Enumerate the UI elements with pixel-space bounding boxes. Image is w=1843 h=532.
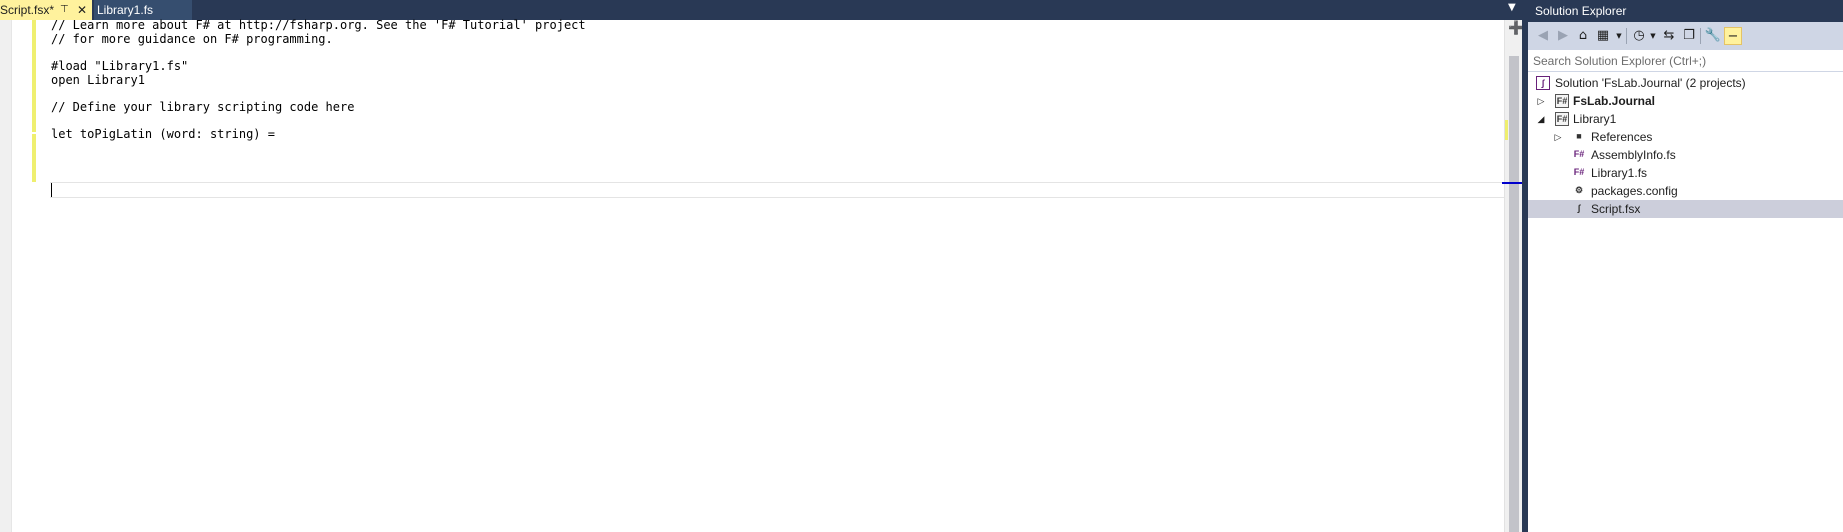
collapse-arrow-icon[interactable]: ◢: [1536, 110, 1546, 128]
tab-label: Script.fsx*: [0, 3, 55, 17]
node-label: AssemblyInfo.fs: [1591, 148, 1676, 162]
node-label: FsLab.Journal: [1573, 94, 1656, 108]
config-file-icon: ⚙: [1574, 185, 1584, 195]
code-line: // Define your library scripting code he…: [51, 100, 355, 114]
panel-title[interactable]: Solution Explorer: [1528, 0, 1843, 22]
tree-node-solution[interactable]: ∫ Solution 'FsLab.Journal' (2 projects): [1528, 74, 1843, 92]
change-indicator: [32, 20, 36, 132]
home-icon[interactable]: ⌂: [1574, 27, 1592, 45]
fsharp-project-icon: F#: [1555, 112, 1569, 126]
change-indicator: [32, 134, 36, 182]
tree-node-fslab-journal[interactable]: ▷ F# FsLab.Journal: [1528, 92, 1843, 110]
node-label: Library1: [1573, 112, 1617, 126]
expand-arrow-icon[interactable]: ▷: [1536, 92, 1546, 110]
solution-explorer-toolbar: ◀ ▶ ⌂ ▦ ▼ ◷ ▼ ⇆ ❐ 🔧 −: [1528, 22, 1843, 50]
code-line: open Library1: [51, 73, 145, 87]
sync-icon[interactable]: ⇆: [1660, 27, 1678, 45]
fsharp-file-icon: F#: [1573, 167, 1585, 177]
scrollbar-thumb[interactable]: [1509, 56, 1519, 532]
forward-icon[interactable]: ▶: [1554, 27, 1572, 45]
tree-node-packages-config[interactable]: ⚙ packages.config: [1528, 182, 1843, 200]
references-icon: ■: [1576, 131, 1582, 141]
node-label: Solution 'FsLab.Journal' (2 projects): [1555, 76, 1746, 90]
selection-margin: [0, 20, 12, 532]
code-editor[interactable]: // Learn more about F# at http://fsharp.…: [0, 18, 1524, 532]
current-line-highlight: [50, 182, 1505, 198]
collapse-all-icon[interactable]: ❐: [1680, 27, 1698, 45]
node-label: References: [1591, 130, 1653, 144]
solution-explorer-panel: Solution Explorer ◀ ▶ ⌂ ▦ ▼ ◷ ▼ ⇆ ❐ 🔧 − …: [1528, 0, 1843, 532]
node-label: Library1.fs: [1591, 166, 1648, 180]
change-marker: [1505, 120, 1508, 140]
tab-label: Library1.fs: [97, 3, 154, 17]
toolbar-separator: [1700, 28, 1701, 44]
preview-selected-icon[interactable]: −: [1724, 27, 1742, 45]
tree-node-library1-fs[interactable]: F# Library1.fs: [1528, 164, 1843, 182]
text-caret: [51, 183, 52, 197]
caret-position-marker: [1502, 182, 1522, 184]
code-line: let toPigLatin (word: string) =: [51, 127, 275, 141]
tree-node-library1[interactable]: ◢ F# Library1: [1528, 110, 1843, 128]
search-input[interactable]: [1528, 50, 1843, 72]
tree-node-script-fsx[interactable]: ∫ Script.fsx: [1528, 200, 1843, 218]
search-box[interactable]: [1528, 50, 1843, 72]
node-label: Script.fsx: [1591, 202, 1641, 216]
code-line: // for more guidance on F# programming.: [51, 32, 333, 46]
properties-icon[interactable]: 🔧: [1704, 27, 1722, 45]
fsharp-script-icon: ∫: [1577, 203, 1581, 213]
tree-node-references[interactable]: ▷ ■ References: [1528, 128, 1843, 146]
tree-node-assemblyinfo[interactable]: F# AssemblyInfo.fs: [1528, 146, 1843, 164]
toolbar-separator: [1626, 28, 1627, 44]
tab-overflow-dropdown-icon[interactable]: ▼: [1508, 2, 1516, 13]
fsharp-file-icon: F#: [1573, 149, 1585, 159]
vertical-scrollbar[interactable]: ➕: [1504, 20, 1524, 532]
expand-arrow-icon[interactable]: ▷: [1553, 128, 1563, 146]
back-icon[interactable]: ◀: [1534, 27, 1552, 45]
solution-icon: ∫: [1536, 76, 1550, 90]
fsharp-project-icon: F#: [1555, 94, 1569, 108]
node-label: packages.config: [1591, 184, 1678, 198]
